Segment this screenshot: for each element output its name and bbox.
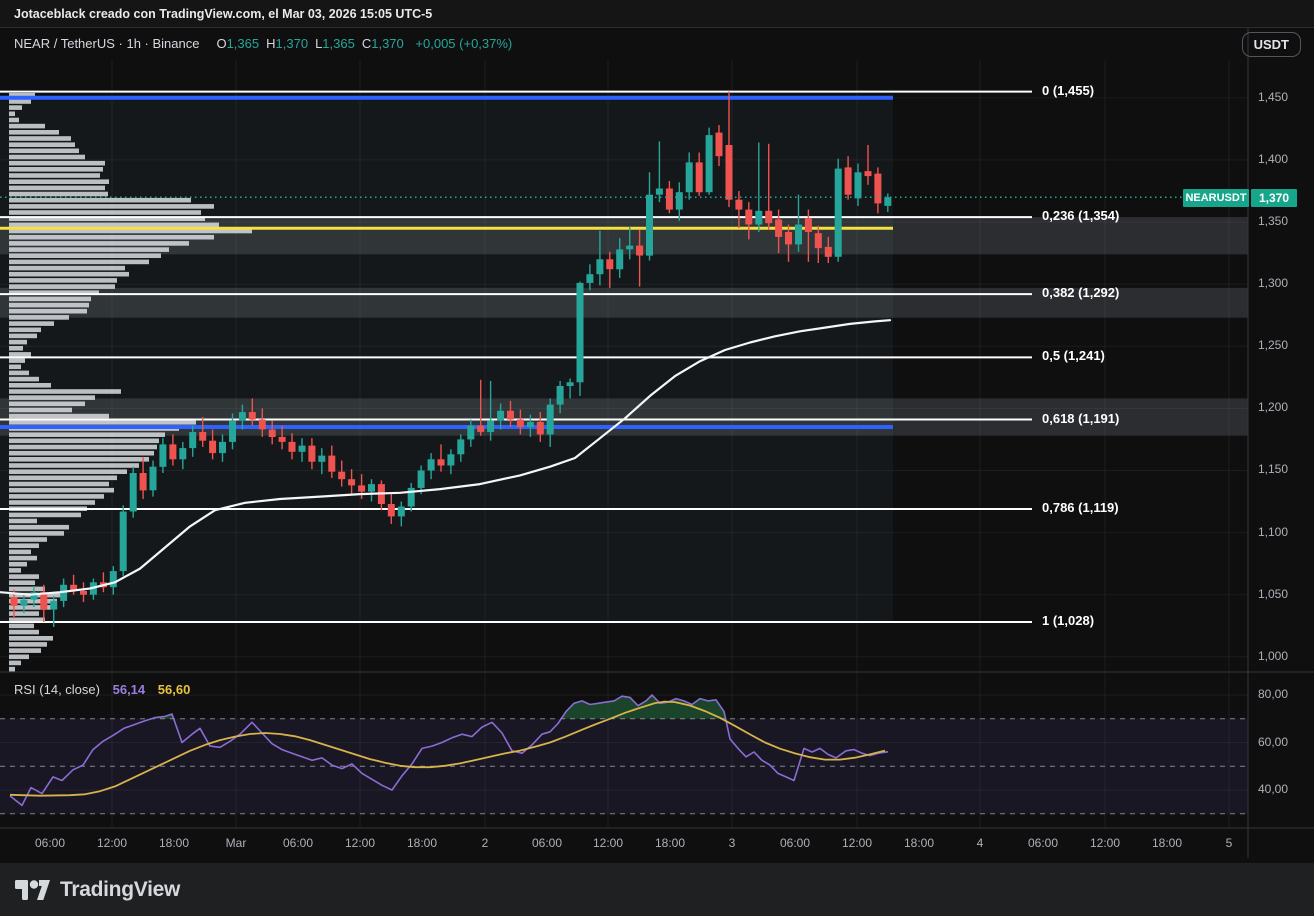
tradingview-chart-screenshot: Jotaceblack creado con TradingView.com, … xyxy=(0,0,1314,916)
fib-level-label: 0 (1,455) xyxy=(1042,83,1094,98)
time-tick: 12:00 xyxy=(593,836,623,850)
open-label: O xyxy=(216,36,226,51)
symbol-legend[interactable]: NEAR / TetherUS · 1h · BinanceO1,365H1,3… xyxy=(14,36,512,51)
time-tick: 06:00 xyxy=(283,836,313,850)
time-tick: 3 xyxy=(729,836,736,850)
rsi-title: RSI (14, close) xyxy=(14,682,100,697)
time-tick: 18:00 xyxy=(904,836,934,850)
last-price-flag: 1,370 xyxy=(1251,189,1297,207)
tradingview-logo-icon xyxy=(14,876,51,904)
price-tick: 1,200 xyxy=(1258,400,1288,414)
rsi-tick: 40,00 xyxy=(1258,782,1288,796)
low-value: 1,365 xyxy=(322,36,355,51)
time-tick: 18:00 xyxy=(655,836,685,850)
time-tick: 18:00 xyxy=(159,836,189,850)
fib-level-label: 1 (1,028) xyxy=(1042,613,1094,628)
currency-toggle-button[interactable]: USDT xyxy=(1242,32,1301,57)
price-tick: 1,000 xyxy=(1258,649,1288,663)
rsi-tick: 60,00 xyxy=(1258,735,1288,749)
time-tick: 18:00 xyxy=(407,836,437,850)
time-tick: 12:00 xyxy=(345,836,375,850)
time-tick: 06:00 xyxy=(780,836,810,850)
time-tick: 06:00 xyxy=(35,836,65,850)
symbol-price-flag: NEARUSDT xyxy=(1183,189,1249,207)
price-tick: 1,350 xyxy=(1258,214,1288,228)
fib-level-label: 0,618 (1,191) xyxy=(1042,411,1119,426)
price-tick: 1,400 xyxy=(1258,152,1288,166)
high-value: 1,370 xyxy=(276,36,309,51)
time-tick: 12:00 xyxy=(842,836,872,850)
time-tick: 5 xyxy=(1226,836,1233,850)
time-tick: 2 xyxy=(482,836,489,850)
fib-level-label: 0,382 (1,292) xyxy=(1042,285,1119,300)
fib-level-label: 0,236 (1,354) xyxy=(1042,208,1119,223)
change-value: +0,005 (+0,37%) xyxy=(415,36,512,51)
price-tick: 1,300 xyxy=(1258,276,1288,290)
time-tick: 12:00 xyxy=(1090,836,1120,850)
time-tick: 06:00 xyxy=(532,836,562,850)
high-label: H xyxy=(266,36,275,51)
time-tick: 4 xyxy=(977,836,984,850)
rsi-tick: 80,00 xyxy=(1258,687,1288,701)
open-value: 1,365 xyxy=(227,36,260,51)
footer-bar: TradingView xyxy=(0,862,1314,916)
symbol-title: NEAR / TetherUS · 1h · Binance xyxy=(14,36,199,51)
time-tick: 12:00 xyxy=(97,836,127,850)
rsi-ma-value: 56,60 xyxy=(158,682,191,697)
time-tick: Mar xyxy=(226,836,247,850)
price-tick: 1,100 xyxy=(1258,525,1288,539)
rsi-value: 56,14 xyxy=(113,682,146,697)
price-tick: 1,050 xyxy=(1258,587,1288,601)
chart-canvas[interactable] xyxy=(0,0,1314,916)
time-tick: 18:00 xyxy=(1152,836,1182,850)
close-value: 1,370 xyxy=(371,36,404,51)
price-tick: 1,250 xyxy=(1258,338,1288,352)
price-tick: 1,450 xyxy=(1258,90,1288,104)
tradingview-wordmark: TradingView xyxy=(60,878,180,902)
rsi-legend[interactable]: RSI (14, close) 56,14 56,60 xyxy=(14,682,190,697)
fib-level-label: 0,5 (1,241) xyxy=(1042,348,1105,363)
time-tick: 06:00 xyxy=(1028,836,1058,850)
close-label: C xyxy=(362,36,371,51)
fib-level-label: 0,786 (1,119) xyxy=(1042,500,1119,515)
price-tick: 1,150 xyxy=(1258,462,1288,476)
